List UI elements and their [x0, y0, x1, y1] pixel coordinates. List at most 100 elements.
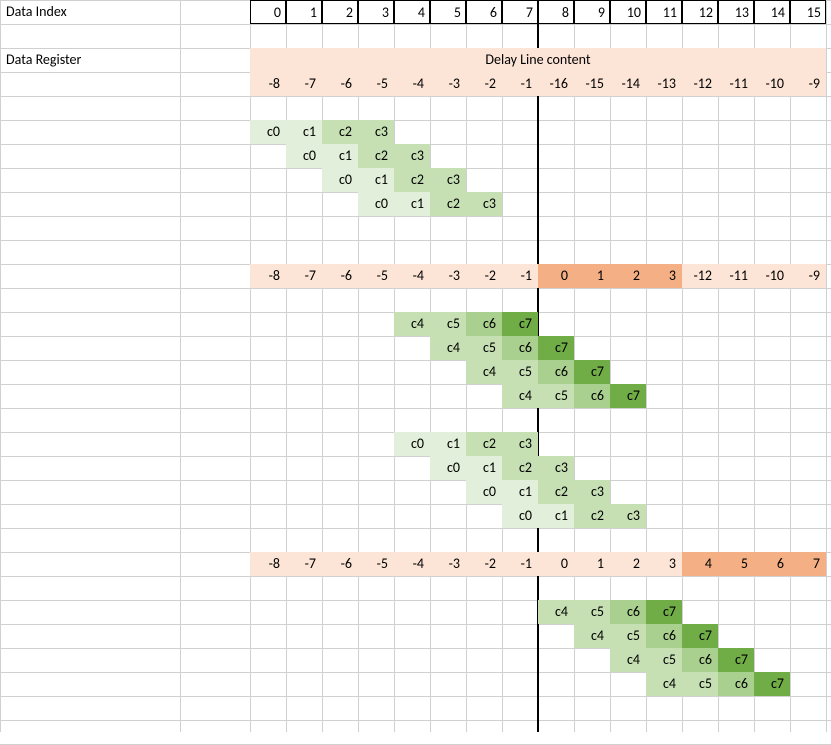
coef-1-r0-k1: c5: [430, 312, 466, 336]
register-2-val-1: -7: [286, 552, 322, 576]
register-0-val-8: -16: [538, 72, 574, 96]
coef-1-r0-k0: c4: [394, 312, 430, 336]
index-col-10: 10: [610, 0, 646, 24]
coef-3-r1-k0: c4: [574, 624, 610, 648]
coef-2-r2-k1: c1: [502, 480, 538, 504]
coef-3-r0-k3: c7: [646, 600, 682, 624]
coef-1-r1-k0: c4: [430, 336, 466, 360]
index-col-9: 9: [574, 0, 610, 24]
index-col-5: 5: [430, 0, 466, 24]
index-col-11: 11: [646, 0, 682, 24]
gridlines: [0, 0, 831, 732]
coef-0-r3-k0: c0: [358, 192, 394, 216]
register-0-val-13: -11: [718, 72, 754, 96]
register-1-val-8: 0: [538, 264, 574, 288]
index-col-15: 15: [790, 0, 826, 24]
coef-0-r2-k0: c0: [322, 168, 358, 192]
coef-2-r0-k3: c3: [502, 432, 538, 456]
index-col-13: 13: [718, 0, 754, 24]
register-2-val-9: 1: [574, 552, 610, 576]
register-0-val-15: -9: [790, 72, 826, 96]
coef-3-r3-k1: c5: [682, 672, 718, 696]
register-1-val-14: -10: [754, 264, 790, 288]
register-2-val-14: 6: [754, 552, 790, 576]
register-1-val-2: -6: [322, 264, 358, 288]
coef-1-r0-k2: c6: [466, 312, 502, 336]
index-col-3: 3: [358, 0, 394, 24]
register-0-val-2: -6: [322, 72, 358, 96]
coef-1-r3-k2: c6: [574, 384, 610, 408]
coef-2-r1-k2: c2: [502, 456, 538, 480]
coef-3-r0-k1: c5: [574, 600, 610, 624]
register-2-val-8: 0: [538, 552, 574, 576]
register-0-val-14: -10: [754, 72, 790, 96]
coef-0-r2-k3: c3: [430, 168, 466, 192]
coef-2-r1-k1: c1: [466, 456, 502, 480]
coef-3-r0-k2: c6: [610, 600, 646, 624]
spreadsheet-diagram: Data Index0123456789101112131415Data Reg…: [0, 0, 831, 732]
register-1-val-11: 3: [646, 264, 682, 288]
coef-2-r3-k3: c3: [610, 504, 646, 528]
register-2-val-13: 5: [718, 552, 754, 576]
coef-3-r2-k0: c4: [610, 648, 646, 672]
index-col-8: 8: [538, 0, 574, 24]
index-col-6: 6: [466, 0, 502, 24]
coef-0-r3-k3: c3: [466, 192, 502, 216]
coef-0-r3-k2: c2: [430, 192, 466, 216]
register-2-val-12: 4: [682, 552, 718, 576]
coef-1-r3-k1: c5: [538, 384, 574, 408]
register-2-val-3: -5: [358, 552, 394, 576]
coef-2-r2-k0: c0: [466, 480, 502, 504]
coef-0-r1-k3: c3: [394, 144, 430, 168]
coef-0-r0-k1: c1: [286, 120, 322, 144]
register-2-val-10: 2: [610, 552, 646, 576]
index-col-14: 14: [754, 0, 790, 24]
register-1-val-10: 2: [610, 264, 646, 288]
label-data-index: Data Index: [2, 0, 182, 24]
register-0-val-3: -5: [358, 72, 394, 96]
register-0-val-11: -13: [646, 72, 682, 96]
register-1-val-0: -8: [250, 264, 286, 288]
coef-2-r0-k0: c0: [394, 432, 430, 456]
register-1-val-7: -1: [502, 264, 538, 288]
coef-3-r2-k1: c5: [646, 648, 682, 672]
coef-1-r1-k2: c6: [502, 336, 538, 360]
register-2-val-11: 3: [646, 552, 682, 576]
label-data-register: Data Register: [2, 48, 182, 72]
register-0-val-10: -14: [610, 72, 646, 96]
register-0-val-6: -2: [466, 72, 502, 96]
coef-0-r2-k1: c1: [358, 168, 394, 192]
coef-3-r1-k2: c6: [646, 624, 682, 648]
coef-1-r2-k3: c7: [574, 360, 610, 384]
coef-3-r1-k3: c7: [682, 624, 718, 648]
delay-line-banner: Delay Line content: [250, 48, 826, 72]
coef-1-r2-k2: c6: [538, 360, 574, 384]
index-col-2: 2: [322, 0, 358, 24]
register-0-val-12: -12: [682, 72, 718, 96]
register-2-val-4: -4: [394, 552, 430, 576]
coef-0-r0-k0: c0: [250, 120, 286, 144]
register-1-val-6: -2: [466, 264, 502, 288]
index-col-0: 0: [250, 0, 286, 24]
register-2-val-0: -8: [250, 552, 286, 576]
index-col-1: 1: [286, 0, 322, 24]
coef-1-r1-k3: c7: [538, 336, 574, 360]
coef-3-r3-k2: c6: [718, 672, 754, 696]
coef-1-r2-k1: c5: [502, 360, 538, 384]
coef-3-r3-k3: c7: [754, 672, 790, 696]
register-1-val-9: 1: [574, 264, 610, 288]
coef-2-r2-k2: c2: [538, 480, 574, 504]
index-col-12: 12: [682, 0, 718, 24]
coef-2-r3-k1: c1: [538, 504, 574, 528]
index-col-7: 7: [502, 0, 538, 24]
coef-2-r0-k2: c2: [466, 432, 502, 456]
register-1-val-13: -11: [718, 264, 754, 288]
coef-0-r0-k2: c2: [322, 120, 358, 144]
register-0-val-9: -15: [574, 72, 610, 96]
coef-3-r2-k2: c6: [682, 648, 718, 672]
coef-2-r2-k3: c3: [574, 480, 610, 504]
coef-1-r0-k3: c7: [502, 312, 538, 336]
coef-1-r3-k3: c7: [610, 384, 646, 408]
coef-0-r1-k2: c2: [358, 144, 394, 168]
coef-2-r1-k0: c0: [430, 456, 466, 480]
